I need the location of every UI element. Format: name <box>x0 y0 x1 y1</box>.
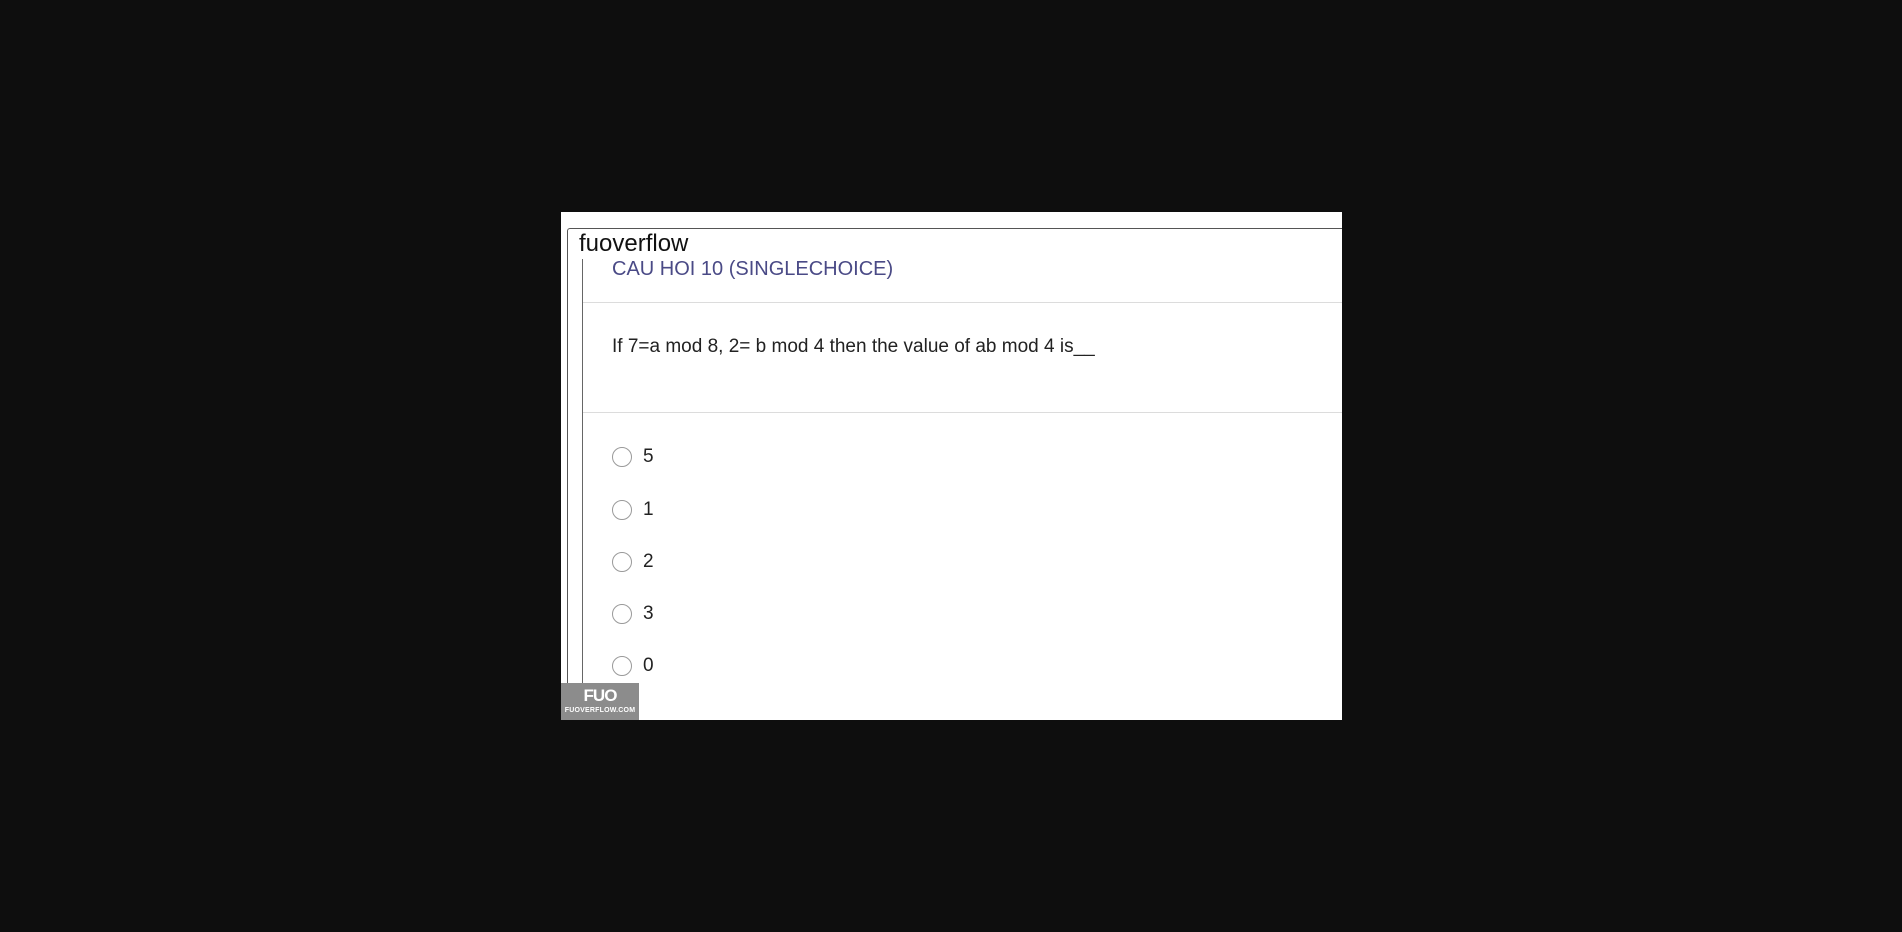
radio-button[interactable] <box>612 447 632 467</box>
answer-option-label: 0 <box>643 655 654 676</box>
radio-button[interactable] <box>612 656 632 676</box>
answer-option-label: 3 <box>643 603 654 624</box>
watermark-logo-text: FUO <box>583 686 618 705</box>
watermark-logo: FUO FUOVERFLOW.COM <box>561 683 639 720</box>
divider <box>583 412 1342 413</box>
answer-option-label: 5 <box>643 446 654 467</box>
answer-option[interactable]: 0 <box>612 651 654 681</box>
question-viewer: fuoverflow CAU HOI 10 (SINGLECHOICE) If … <box>561 212 1342 720</box>
answer-option-label: 2 <box>643 551 654 572</box>
radio-button[interactable] <box>612 604 632 624</box>
answer-option[interactable]: 1 <box>612 495 654 525</box>
radio-button[interactable] <box>612 500 632 520</box>
question-text: If 7=a mod 8, 2= b mod 4 then the value … <box>612 336 1095 357</box>
answer-option[interactable]: 3 <box>612 599 654 629</box>
watermark-site-text: FUOVERFLOW.COM <box>564 707 636 714</box>
divider <box>583 302 1342 303</box>
inner-frame-line <box>582 259 583 720</box>
answer-option[interactable]: 5 <box>612 442 654 472</box>
radio-button[interactable] <box>612 552 632 572</box>
answer-option[interactable]: 2 <box>612 547 654 577</box>
answer-option-label: 1 <box>643 499 654 520</box>
question-title: CAU HOI 10 (SINGLECHOICE) <box>612 258 894 280</box>
